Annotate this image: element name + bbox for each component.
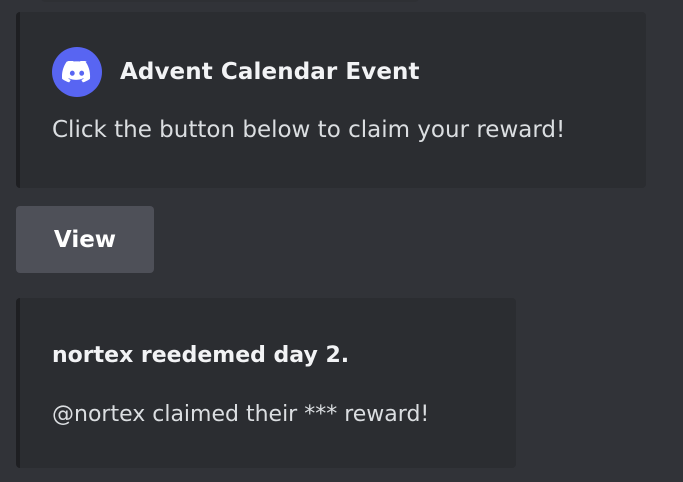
embed-description: @nortex claimed their *** reward! [52, 402, 430, 427]
embed-description: Click the button below to claim your rew… [52, 117, 566, 143]
reward-embed: Advent Calendar Event Click the button b… [16, 12, 646, 188]
redeemed-embed: nortex reedemed day 2. @nortex claimed t… [16, 298, 516, 468]
embed-author: Advent Calendar Event [52, 47, 420, 97]
embed-author-name: Advent Calendar Event [120, 59, 420, 85]
discord-logo-icon [52, 47, 102, 97]
embed-title: nortex reedemed day 2. [52, 343, 350, 368]
view-button[interactable]: View [16, 206, 154, 273]
previous-message-edge [40, 0, 420, 2]
chat-area: Advent Calendar Event Click the button b… [0, 0, 683, 482]
